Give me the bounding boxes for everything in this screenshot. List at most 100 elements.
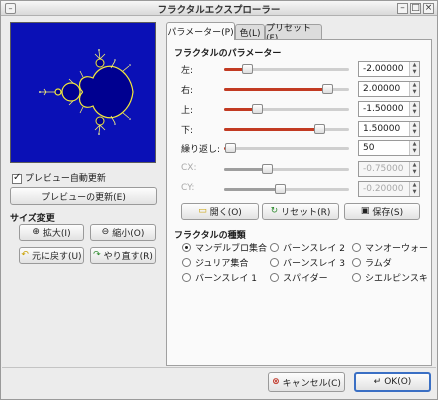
tab-colors[interactable]: 色(L) — [235, 24, 265, 39]
spin-arrows-icon[interactable]: ▲ ▼ — [409, 82, 419, 96]
param-iterations-spinbutton[interactable]: 50 ▲ ▼ — [358, 140, 420, 156]
slider-handle[interactable] — [225, 143, 237, 153]
radio-lambda[interactable]: ラムダ — [352, 256, 392, 269]
zoom-in-button[interactable]: ⊕ 拡大(I) — [19, 224, 84, 241]
radio-julia-label: ジュリア集合 — [195, 259, 249, 269]
param-cy-spinbutton: -0.20000 ▲ ▼ — [358, 181, 420, 197]
param-iterations-label: 繰り返し: — [181, 145, 221, 155]
param-left-spinbutton[interactable]: -2.00000 ▲ ▼ — [358, 61, 420, 77]
param-right-label: 右: — [181, 86, 194, 96]
resize-section-title: サイズ変更 — [10, 214, 55, 224]
radio-spider-label: スパイダー — [283, 274, 328, 284]
zoom-out-button[interactable]: ⊖ 縮小(O) — [90, 224, 156, 241]
param-left-label: 左: — [181, 66, 194, 76]
param-top-spinbutton[interactable]: -1.50000 ▲ ▼ — [358, 101, 420, 117]
slider-handle[interactable] — [251, 104, 263, 114]
radio-barnsley1-label: バーンスレイ 1 — [195, 274, 257, 284]
auto-update-label: プレビュー自動更新 — [24, 174, 106, 184]
spin-arrows-icon[interactable]: ▲ ▼ — [409, 122, 419, 136]
minimize-icon[interactable]: – — [397, 3, 408, 14]
param-cy-value: -0.20000 — [363, 184, 404, 194]
radio-icon[interactable] — [352, 243, 361, 252]
param-bottom-spinbutton[interactable]: 1.50000 ▲ ▼ — [358, 121, 420, 137]
param-cx-slider — [224, 164, 349, 174]
param-left-slider[interactable] — [224, 64, 349, 74]
update-preview-button[interactable]: プレビューの更新(E) — [10, 187, 157, 205]
parameters-panel: フラクタルのパラメーター 左: -2.00000 ▲ ▼ 右: 2.00000 ▲ ▼ … — [166, 39, 432, 366]
open-button[interactable]: ▭ 開く(O) — [181, 203, 259, 220]
slider-handle[interactable] — [314, 124, 325, 134]
radio-barnsley1[interactable]: バーンスレイ 1 — [182, 271, 257, 284]
spin-arrows-icon[interactable]: ▲ ▼ — [409, 62, 419, 76]
radio-barnsley2[interactable]: バーンスレイ 2 — [270, 241, 345, 254]
radio-manowar-label: マンオーウォー — [365, 244, 429, 254]
radio-icon[interactable] — [270, 243, 279, 252]
cancel-icon: ⊗ — [272, 376, 280, 387]
redo-label: やり直す(R) — [103, 252, 153, 262]
param-cx-label: CX: — [181, 163, 197, 173]
radio-mandelbrot[interactable]: マンデルブロ集合 — [182, 241, 267, 254]
param-right-slider[interactable] — [224, 84, 349, 94]
slider-handle — [261, 164, 273, 174]
ok-icon: ↵ — [373, 376, 382, 387]
footer-divider — [2, 367, 436, 368]
undo-button[interactable]: ↶ 元に戻す(U) — [19, 247, 84, 264]
radio-icon[interactable] — [352, 258, 361, 267]
tab-presets[interactable]: プリセット(F) — [265, 24, 322, 44]
radio-icon[interactable] — [352, 273, 361, 282]
cancel-button[interactable]: ⊗ キャンセル(C) — [268, 372, 345, 392]
radio-lambda-label: ラムダ — [365, 259, 392, 269]
plugin-window: – フラクタルエクスプローラー – □ × ✓ プレビュー自動更新 プレビューの… — [0, 0, 438, 400]
radio-icon[interactable] — [270, 273, 279, 282]
reset-button[interactable]: ↻ リセット(R) — [262, 203, 339, 220]
radio-barnsley3[interactable]: バーンスレイ 3 — [270, 256, 345, 269]
radio-sierpinski[interactable]: シエルピンスキ — [352, 271, 428, 284]
param-top-row: 上: -1.50000 ▲ ▼ — [167, 101, 431, 117]
param-bottom-slider[interactable] — [224, 124, 349, 134]
redo-button[interactable]: ↷ やり直す(R) — [90, 247, 156, 264]
parameters-section-title: フラクタルのパラメーター — [174, 49, 282, 59]
spin-arrows-icon[interactable]: ▲ ▼ — [409, 102, 419, 116]
param-right-spinbutton[interactable]: 2.00000 ▲ ▼ — [358, 81, 420, 97]
radio-barnsley3-label: バーンスレイ 3 — [283, 259, 345, 269]
reset-label: リセット(R) — [281, 208, 331, 218]
tab-parameters[interactable]: パラメーター(P) — [166, 22, 235, 40]
radio-spider[interactable]: スパイダー — [270, 271, 328, 284]
radio-icon[interactable] — [182, 258, 191, 267]
param-bottom-row: 下: 1.50000 ▲ ▼ — [167, 121, 431, 137]
cancel-label: キャンセル(C) — [282, 378, 341, 389]
zoom-in-label: 拡大(I) — [42, 229, 71, 239]
ok-button[interactable]: ↵ OK(O) — [354, 372, 431, 392]
update-preview-label: プレビューの更新(E) — [41, 192, 126, 203]
param-top-slider[interactable] — [224, 104, 349, 114]
spin-arrows-icon: ▲ ▼ — [409, 182, 419, 196]
radio-icon[interactable] — [182, 273, 191, 282]
param-iterations-slider[interactable] — [224, 143, 349, 153]
slider-handle[interactable] — [321, 84, 333, 94]
radio-selected-icon[interactable] — [182, 243, 191, 252]
param-cy-label: CY: — [181, 183, 195, 193]
redo-arrow-icon: ↷ — [93, 250, 101, 260]
zoom-in-icon: ⊕ — [32, 227, 40, 237]
spin-arrows-icon[interactable]: ▲ ▼ — [409, 141, 419, 155]
param-cy-slider — [224, 184, 349, 194]
save-button[interactable]: ▣ 保存(S) — [344, 203, 420, 220]
save-label: 保存(S) — [372, 208, 404, 218]
maximize-icon[interactable]: □ — [410, 3, 421, 14]
fractal-preview[interactable] — [10, 22, 156, 163]
title-bar: – フラクタルエクスプローラー – □ × — [1, 1, 437, 16]
radio-mandelbrot-label: マンデルブロ集合 — [195, 244, 268, 254]
undo-label: 元に戻す(U) — [31, 252, 82, 262]
radio-icon[interactable] — [270, 258, 279, 267]
radio-manowar[interactable]: マンオーウォー — [352, 241, 428, 254]
slider-handle[interactable] — [241, 64, 253, 74]
open-label: 開く(O) — [209, 208, 242, 218]
auto-update-checkbox[interactable]: プレビュー自動更新 — [12, 171, 106, 184]
param-left-row: 左: -2.00000 ▲ ▼ — [167, 61, 431, 77]
zoom-out-label: 縮小(O) — [112, 229, 145, 239]
close-icon[interactable]: × — [423, 3, 434, 14]
checkbox-icon[interactable] — [12, 172, 22, 184]
radio-julia[interactable]: ジュリア集合 — [182, 256, 248, 269]
param-bottom-label: 下: — [181, 126, 194, 136]
save-disk-icon: ▣ — [360, 206, 370, 216]
